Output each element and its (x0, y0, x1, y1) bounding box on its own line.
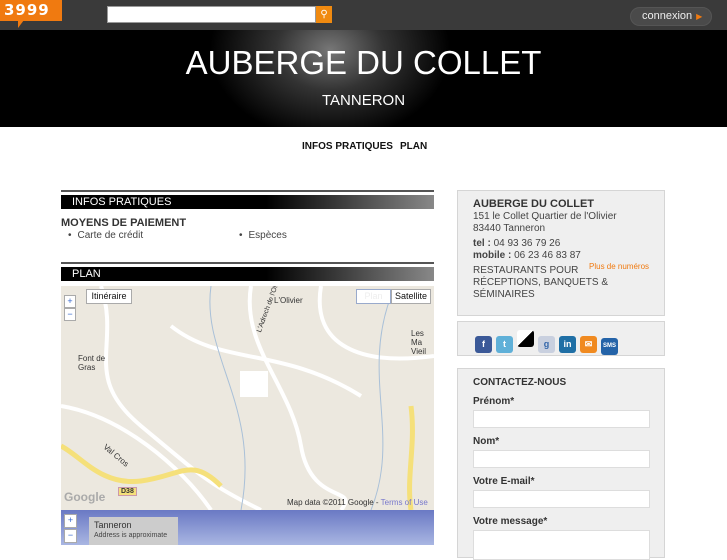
site-logo[interactable]: 3999 (0, 0, 62, 28)
street-zoom-in[interactable]: + (64, 514, 77, 528)
map-label: L'Olivier (274, 296, 303, 305)
email-label: Votre E-mail* (473, 476, 535, 487)
connexion-label: connexion (642, 10, 693, 22)
tel-label: tel : (473, 238, 491, 249)
map-zoom-in[interactable]: + (64, 295, 76, 308)
map-zoom-out[interactable]: − (64, 308, 76, 321)
section-header-infos: INFOS PRATIQUES (61, 195, 434, 209)
street-note: Address is approximate (94, 532, 168, 539)
google-logo: Google (64, 490, 106, 504)
street-place: Tanneron (94, 520, 132, 530)
contact-title: CONTACTEZ-NOUS (473, 377, 567, 388)
top-bar: 3999 ⚲ connexion ▶ (0, 0, 727, 30)
payment-title: MOYENS DE PAIEMENT (61, 217, 187, 229)
address-line: 151 le Collet Quartier de l'Olivier (473, 211, 617, 222)
more-numbers-link[interactable]: Plus de numéros (589, 262, 649, 271)
firstname-label: Prénom* (473, 396, 515, 407)
map[interactable]: + − Itinéraire Plan Satellite L'Olivier … (61, 286, 434, 510)
business-card: AUBERGE DU COLLET 151 le Collet Quartier… (457, 190, 665, 316)
itineraire-button[interactable]: Itinéraire (86, 289, 132, 304)
map-attribution: Map data ©2011 Google - Terms of Use (287, 498, 428, 507)
delicious-icon[interactable] (517, 330, 534, 347)
lastname-label: Nom* (473, 436, 500, 447)
section-header-plan: PLAN (61, 267, 434, 281)
message-label: Votre message* (473, 516, 548, 527)
google-icon[interactable]: g (538, 336, 555, 353)
divider (61, 262, 434, 264)
payment-item: Espèces (239, 230, 287, 241)
tel-number[interactable]: 04 93 36 79 26 (494, 238, 561, 249)
facebook-icon[interactable]: f (475, 336, 492, 353)
terms-link[interactable]: Terms of Use (381, 498, 428, 507)
payment-item: Carte de crédit (68, 230, 144, 241)
road-badge: D38 (118, 487, 137, 496)
street-info-box: Tanneron Address is approximate (89, 517, 178, 545)
mobile-number[interactable]: 06 23 46 83 87 (514, 250, 581, 261)
connexion-button[interactable]: connexion ▶ (630, 7, 712, 26)
map-type-plan[interactable]: Plan (356, 289, 391, 304)
lastname-field[interactable] (473, 450, 650, 468)
nav-infos-pratiques[interactable]: INFOS PRATIQUES (302, 141, 393, 152)
page-subtitle: TANNERON (321, 92, 406, 109)
linkedin-icon[interactable]: in (559, 336, 576, 353)
message-field[interactable] (473, 530, 650, 560)
address-line: 83440 Tanneron (473, 223, 546, 234)
email-icon[interactable]: ✉ (580, 336, 597, 353)
twitter-icon[interactable]: t (496, 336, 513, 353)
business-name: AUBERGE DU COLLET (473, 198, 594, 210)
page-title: AUBERGE DU COLLET (185, 44, 542, 81)
share-bar: f t g in ✉ SMS (457, 321, 665, 356)
map-label: Font de Gras (78, 354, 106, 372)
magnifier-icon: ⚲ (320, 9, 328, 20)
attribution-text: Map data ©2011 Google - (287, 498, 381, 507)
street-zoom-out[interactable]: − (64, 529, 77, 543)
firstname-field[interactable] (473, 410, 650, 428)
map-type-satellite[interactable]: Satellite (391, 289, 431, 304)
search-input[interactable] (107, 6, 316, 23)
sms-icon[interactable]: SMS (601, 338, 618, 355)
nav-plan[interactable]: PLAN (400, 141, 427, 152)
mobile-label: mobile : (473, 250, 512, 261)
email-field[interactable] (473, 490, 650, 508)
map-roads (61, 286, 434, 510)
arrow-right-icon: ▶ (696, 12, 703, 21)
contact-form: CONTACTEZ-NOUS Prénom* Nom* Votre E-mail… (457, 368, 665, 560)
street-view[interactable]: + − Tanneron Address is approximate (61, 510, 434, 545)
map-label: Les Ma Vieil (411, 329, 426, 356)
search-button[interactable]: ⚲ (316, 6, 332, 23)
divider (61, 190, 434, 192)
